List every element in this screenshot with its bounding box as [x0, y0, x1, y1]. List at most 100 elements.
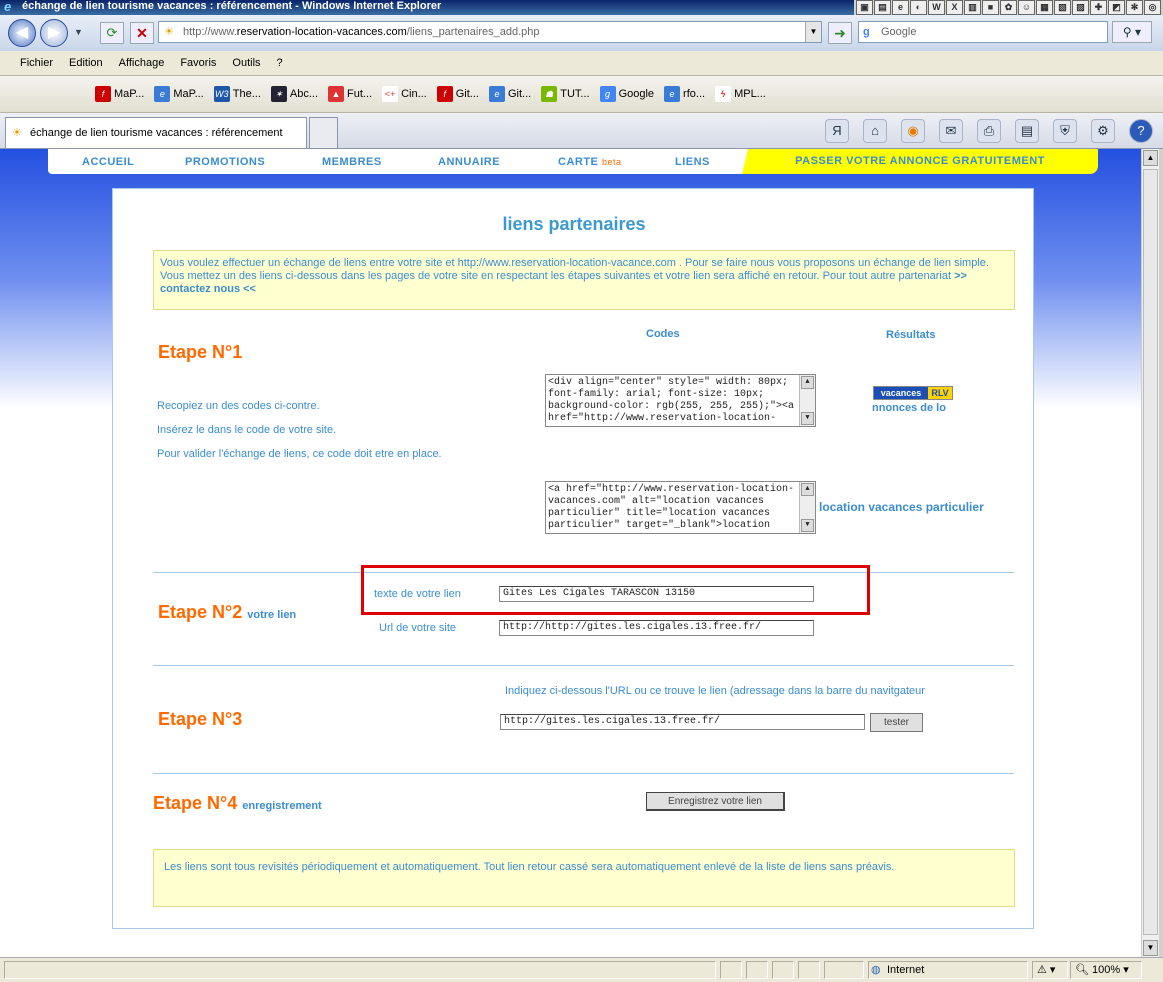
tools-gear-icon[interactable]: ⚙ [1091, 119, 1115, 143]
new-tab-button[interactable] [309, 117, 338, 148]
nav-promotions[interactable]: PROMOTIONS [185, 156, 265, 168]
link-text-input[interactable]: Gites Les Cigales TARASCON 13150 [499, 586, 814, 602]
app-icon[interactable]: ✻ [1126, 0, 1143, 15]
result1-text[interactable]: nnonces de lo [872, 402, 954, 414]
codes-header: Codes [646, 328, 680, 340]
rss-icon[interactable]: ◉ [901, 119, 925, 143]
app-icon[interactable]: ▦ [1036, 0, 1053, 15]
tester-button[interactable]: tester [870, 713, 923, 732]
code-textarea-2[interactable]: <a href="http://www.reservation-location… [545, 481, 816, 534]
help-icon[interactable]: ? [1129, 119, 1153, 143]
stop-icon[interactable]: ✕ [130, 22, 154, 44]
menu-favoris[interactable]: Favoris [180, 51, 216, 75]
page-favicon-icon: ☀ [164, 26, 174, 38]
app-icon[interactable]: ▤ [874, 0, 891, 15]
app-icon[interactable]: ▨ [1072, 0, 1089, 15]
print-icon[interactable]: ⎙ [977, 119, 1001, 143]
search-icon[interactable]: ⚲ ▾ [1112, 21, 1152, 43]
menu-help[interactable]: ? [277, 51, 283, 75]
scroll-thumb[interactable] [1143, 169, 1158, 935]
favorite-item[interactable]: e MaP... [154, 86, 204, 102]
badge-left: vacances [874, 387, 928, 399]
address-dropdown-icon[interactable]: ▼ [805, 22, 821, 42]
home-icon[interactable]: ⌂ [863, 119, 887, 143]
back-button[interactable]: ◀ [8, 19, 36, 47]
app-icon[interactable]: ◩ [1108, 0, 1125, 15]
go-arrow-icon[interactable]: ➜ [828, 22, 852, 44]
favorite-item[interactable]: ☗ TUT... [541, 86, 590, 102]
scroll-up-icon[interactable]: ▲ [801, 483, 814, 496]
ie-page-icon: e [488, 86, 505, 102]
safety-shield-icon[interactable]: ⛨ [1053, 119, 1077, 143]
rlv-badge-image[interactable]: vacances RLV [873, 386, 953, 400]
backlink-url-input[interactable]: http://gites.les.cigales.13.free.fr/ [500, 714, 865, 730]
favorite-item[interactable]: g Google [599, 86, 654, 102]
site-url-input[interactable]: http://http://gites.les.cigales.13.free.… [499, 620, 814, 636]
futura-icon: ▲ [328, 86, 344, 102]
menu-bar: Fichier Edition Affichage Favoris Outils… [0, 51, 1163, 76]
favorite-item[interactable]: W3 The... [213, 86, 261, 102]
code-textarea-1[interactable]: <div align="center" style=" width: 80px;… [545, 374, 816, 427]
scroll-down-icon[interactable]: ▼ [801, 519, 814, 532]
app-icon[interactable]: ◎ [1144, 0, 1161, 15]
app-icon[interactable]: ✚ [1090, 0, 1107, 15]
scroll-down-icon[interactable]: ▼ [1143, 940, 1158, 956]
favorite-item[interactable]: ▲ Fut... [328, 86, 372, 102]
security-zone[interactable]: ◍ Internet [868, 961, 1028, 979]
scroll-up-icon[interactable]: ▲ [801, 376, 814, 389]
app-icon[interactable]: ◐ [910, 0, 927, 15]
textarea-scrollbar[interactable]: ▲ ▼ [799, 482, 815, 533]
forward-button[interactable]: ▶ [40, 19, 68, 47]
nav-annuaire[interactable]: ANNUAIRE [438, 156, 500, 168]
textarea-scrollbar[interactable]: ▲ ▼ [799, 375, 815, 426]
divider [153, 773, 1014, 774]
mail-icon[interactable]: ✉ [939, 119, 963, 143]
etape4-title: Etape N°4 [153, 793, 238, 813]
zoom-control[interactable]: 🔍︎ 100% ▾ [1070, 961, 1142, 979]
result2-link[interactable]: location vacances particulier [819, 500, 984, 514]
app-icon[interactable]: ■ [982, 0, 999, 15]
app-icon[interactable]: W [928, 0, 945, 15]
translate-icon[interactable]: Я [825, 119, 849, 143]
refresh-icon[interactable]: ⟳ [100, 22, 124, 44]
favorite-item[interactable]: ✶ Abc... [270, 86, 318, 102]
menu-affichage[interactable]: Affichage [119, 51, 165, 75]
address-path: /liens_partenaires_add.php [406, 26, 540, 38]
search-placeholder: Google [881, 26, 917, 38]
favorite-item[interactable]: e rfo... [664, 86, 705, 102]
nav-membres[interactable]: MEMBRES [322, 156, 382, 168]
post-ad-cta-button[interactable]: PASSER VOTRE ANNONCE GRATUITEMENT [742, 149, 1098, 174]
app-icon[interactable]: ▧ [1054, 0, 1071, 15]
favorite-item[interactable]: f Git... [436, 86, 479, 102]
address-bar[interactable]: ☀ http://www.reservation-location-vacanc… [158, 21, 822, 43]
favorite-label: rfo... [683, 88, 706, 100]
submit-link-button[interactable]: Enregistrez votre lien [646, 792, 785, 811]
nav-liens[interactable]: LIENS [675, 156, 710, 168]
app-icon[interactable]: X [946, 0, 963, 15]
beta-badge: beta [601, 156, 622, 167]
favorite-item[interactable]: <+ Cin... [382, 86, 427, 102]
menu-outils[interactable]: Outils [232, 51, 260, 75]
page-scrollbar[interactable]: ▲ ▼ [1141, 149, 1159, 957]
scroll-up-icon[interactable]: ▲ [1143, 150, 1158, 166]
favorite-item[interactable]: f MaP... [95, 86, 144, 102]
page-menu-icon[interactable]: ▤ [1015, 119, 1039, 143]
scroll-down-icon[interactable]: ▼ [801, 412, 814, 425]
status-bar: ◍ Internet ⚠ ▾ 🔍︎ 100% ▾ [0, 957, 1163, 982]
app-icon[interactable]: ☺ [1018, 0, 1035, 15]
app-icon[interactable]: ✿ [1000, 0, 1017, 15]
favorite-item[interactable]: ϟ MPL... [715, 86, 766, 102]
app-icon[interactable]: ▥ [964, 0, 981, 15]
menu-fichier[interactable]: Fichier [20, 51, 53, 75]
protected-mode-icon[interactable]: ⚠ ▾ [1032, 961, 1068, 979]
favorite-item[interactable]: e Git... [488, 86, 531, 102]
tab-active[interactable]: ☀ échange de lien tourisme vacances : ré… [5, 117, 307, 148]
search-input[interactable]: g Google [858, 21, 1108, 43]
app-icon[interactable]: e [892, 0, 909, 15]
app-icon[interactable]: ▣ [856, 0, 873, 15]
favorite-label: The... [232, 88, 261, 100]
menu-edition[interactable]: Edition [69, 51, 103, 75]
nav-carte[interactable]: CARTE beta [558, 156, 621, 168]
nav-accueil[interactable]: ACCUEIL [82, 156, 134, 168]
history-dropdown-icon[interactable]: ▼ [74, 27, 83, 37]
